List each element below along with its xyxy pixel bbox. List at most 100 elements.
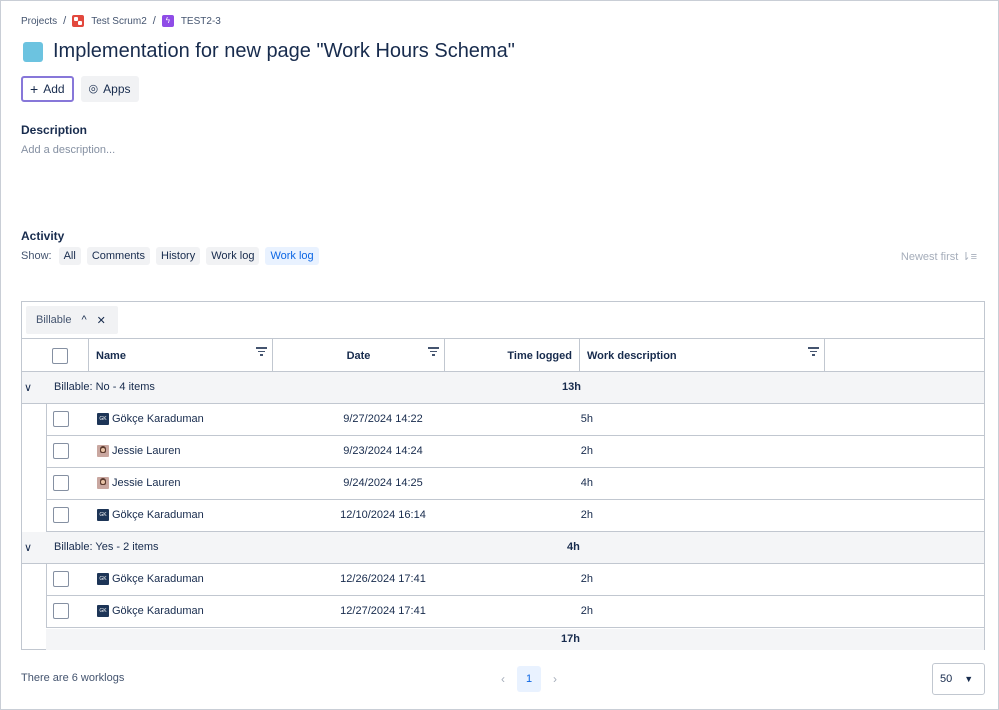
breadcrumb-issue[interactable]: ϟ TEST2-3: [161, 15, 221, 27]
breadcrumb-projects[interactable]: Projects: [21, 16, 57, 27]
action-buttons: + Add ◎ Apps: [21, 76, 139, 102]
add-button-label: Add: [43, 82, 65, 96]
grand-total-row: 17h: [46, 629, 984, 650]
row-checkbox[interactable]: [53, 443, 69, 459]
page-size-select[interactable]: 50 ▼: [932, 663, 985, 695]
project-icon: [72, 15, 85, 27]
chevron-right-icon[interactable]: ›: [549, 672, 561, 686]
column-header-name[interactable]: Name: [89, 339, 273, 372]
row-date: 9/23/2024 14:24: [343, 445, 423, 457]
filter-icon[interactable]: [428, 347, 439, 357]
filter-work-log[interactable]: Work log: [206, 247, 260, 265]
breadcrumb-separator: /: [152, 15, 156, 27]
chevron-down-icon[interactable]: ∨: [24, 381, 32, 394]
breadcrumb: Projects / Test Scrum2 / ϟ TEST2-3: [21, 13, 221, 29]
row-time: 2h: [580, 509, 593, 521]
filter-history[interactable]: History: [156, 247, 201, 265]
add-button[interactable]: + Add: [21, 76, 74, 102]
row-name: GK Gökçe Karaduman: [97, 573, 204, 585]
filter-all[interactable]: All: [58, 247, 81, 265]
description-input[interactable]: Add a description...: [21, 144, 115, 156]
row-time: 2h: [580, 573, 593, 585]
filter-work-log-active[interactable]: Work log: [265, 247, 319, 265]
avatar: [97, 477, 109, 489]
sort-icon: ⇂≡: [961, 251, 977, 263]
filter-icon[interactable]: [256, 347, 267, 357]
breadcrumb-projects-label: Projects: [21, 15, 58, 27]
worklog-grid: Billable ^ ✕ Name Date Time logged Work …: [21, 301, 985, 650]
group-row-billable-no[interactable]: ∨ Billable: No - 4 items 13h: [22, 372, 984, 404]
row-name: GK Gökçe Karaduman: [97, 605, 204, 617]
issue-type-icon: ϟ: [161, 15, 174, 27]
avatar: GK: [97, 509, 109, 521]
apps-icon: ◎: [88, 83, 99, 95]
avatar: [97, 445, 109, 457]
breadcrumb-separator: /: [63, 15, 67, 27]
activity-heading: Activity: [21, 229, 65, 243]
group-row-billable-yes[interactable]: ∨ Billable: Yes - 2 items 4h: [22, 532, 984, 564]
column-header-date[interactable]: Date: [273, 339, 445, 372]
avatar: GK: [97, 413, 109, 425]
grid-header: Name Date Time logged Work description: [22, 339, 984, 372]
group-chip-billable[interactable]: Billable ^ ✕: [26, 306, 118, 334]
row-name-text: Jessie Lauren: [112, 477, 181, 489]
column-header-time-logged[interactable]: Time logged: [445, 339, 580, 372]
row-checkbox[interactable]: [53, 475, 69, 491]
page-size-value: 50: [940, 673, 953, 685]
row-checkbox[interactable]: [53, 411, 69, 427]
sort-toggle[interactable]: Newest first ⇂≡: [901, 250, 977, 264]
row-name-text: Gökçe Karaduman: [112, 605, 204, 617]
select-all-cell: [22, 339, 89, 372]
filter-icon[interactable]: [808, 347, 819, 357]
table-row[interactable]: Jessie Lauren 9/23/2024 14:24 2h: [46, 436, 984, 468]
show-label: Show:: [21, 250, 52, 262]
sort-asc-icon[interactable]: ^: [81, 314, 86, 326]
select-all-checkbox[interactable]: [52, 347, 68, 364]
group-label: Billable: No - 4 items: [54, 381, 155, 393]
group-chip-label: Billable: [36, 314, 72, 326]
table-row[interactable]: GK Gökçe Karaduman 12/27/2024 17:41 2h: [46, 596, 984, 628]
table-row[interactable]: GK Gökçe Karaduman 12/26/2024 17:41 2h: [46, 564, 984, 596]
group-sum: 4h: [567, 541, 580, 553]
row-date: 12/10/2024 16:14: [340, 509, 426, 521]
breadcrumb-issue-label: TEST2-3: [180, 15, 221, 27]
apps-button-label: Apps: [103, 82, 131, 96]
column-time-label: Time logged: [507, 349, 572, 362]
issue-type-square-icon: [23, 41, 43, 62]
row-date: 12/27/2024 17:41: [340, 605, 426, 617]
row-time: 2h: [580, 605, 593, 617]
column-name-label: Name: [96, 349, 126, 362]
table-row[interactable]: GK Gökçe Karaduman 12/10/2024 16:14 2h: [46, 500, 984, 532]
row-name: Jessie Lauren: [97, 445, 181, 457]
group-by-panel: Billable ^ ✕: [22, 302, 984, 339]
remove-group-icon[interactable]: ✕: [97, 314, 106, 327]
group-sum: 13h: [562, 381, 581, 393]
page-button[interactable]: 1: [517, 666, 541, 692]
row-date: 9/24/2024 14:25: [343, 477, 423, 489]
row-checkbox[interactable]: [53, 507, 69, 523]
page-title[interactable]: Implementation for new page "Work Hours …: [53, 40, 515, 63]
row-name: GK Gökçe Karaduman: [97, 509, 204, 521]
breadcrumb-project[interactable]: Test Scrum2: [72, 15, 147, 27]
chevron-down-icon[interactable]: ∨: [24, 541, 32, 554]
apps-button[interactable]: ◎ Apps: [80, 76, 139, 102]
row-checkbox[interactable]: [53, 603, 69, 619]
column-header-work-description[interactable]: Work description: [580, 339, 825, 372]
row-date: 12/26/2024 17:41: [340, 573, 426, 585]
description-heading: Description: [21, 123, 88, 137]
row-name-text: Gökçe Karaduman: [112, 573, 204, 585]
avatar: GK: [97, 605, 109, 617]
row-time: 2h: [580, 445, 593, 457]
table-row[interactable]: GK Gökçe Karaduman 9/27/2024 14:22 5h: [46, 404, 984, 436]
row-time: 4h: [580, 477, 593, 489]
filter-comments[interactable]: Comments: [86, 247, 150, 265]
table-row[interactable]: Jessie Lauren 9/24/2024 14:25 4h: [46, 468, 984, 500]
row-name: GK Gökçe Karaduman: [97, 413, 204, 425]
column-work-description-label: Work description: [587, 349, 677, 362]
pagination: ‹ 1 ›: [497, 666, 561, 692]
title-row: Implementation for new page "Work Hours …: [21, 40, 515, 63]
row-date: 9/27/2024 14:22: [343, 413, 423, 425]
chevron-left-icon[interactable]: ‹: [497, 672, 509, 686]
row-checkbox[interactable]: [53, 571, 69, 587]
breadcrumb-project-label: Test Scrum2: [91, 15, 147, 27]
